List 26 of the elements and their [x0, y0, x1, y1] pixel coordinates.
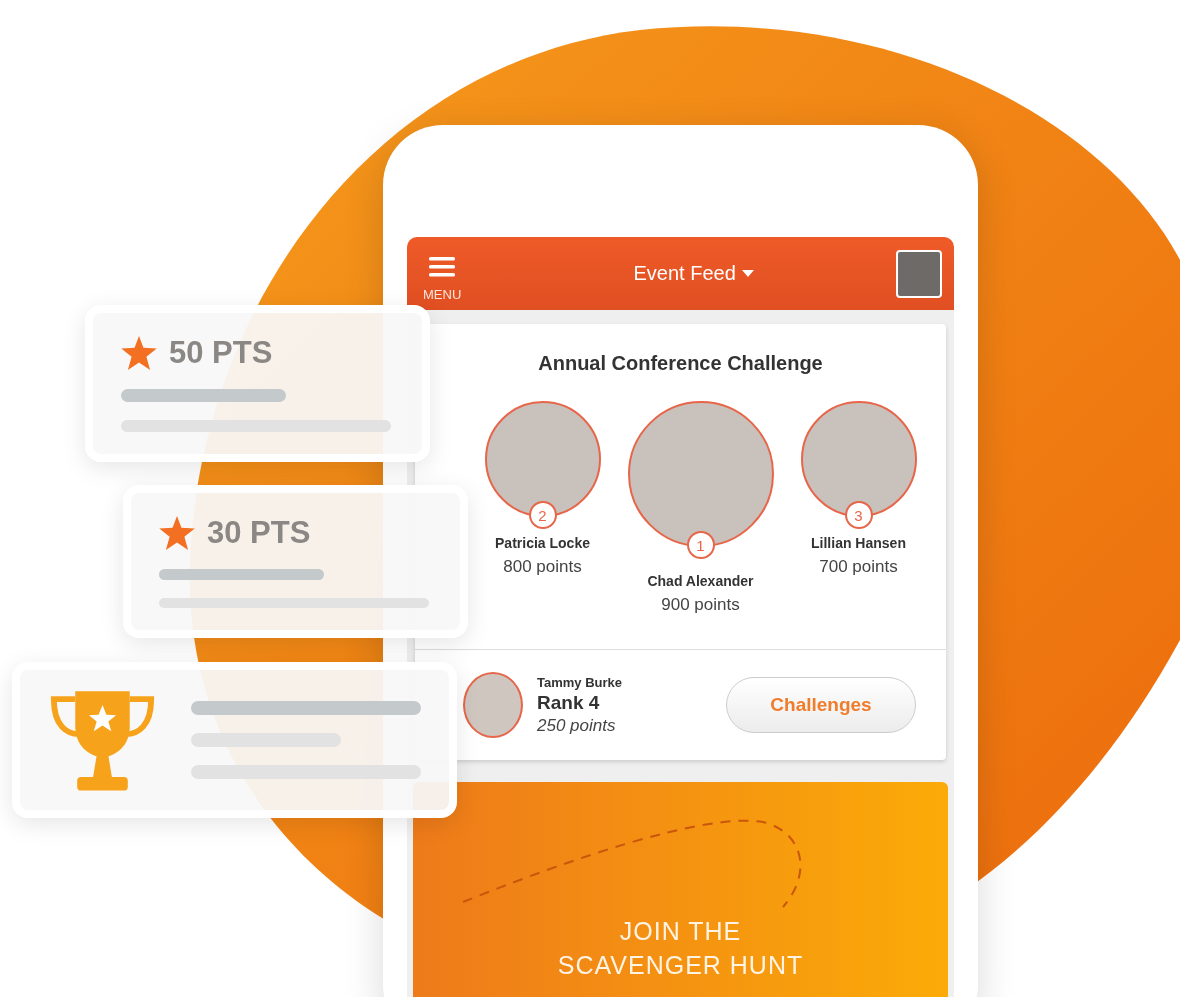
star-icon [159, 516, 195, 550]
leader-points: 700 points [819, 557, 898, 577]
points-label: 30 PTS [207, 515, 311, 551]
leader-points: 900 points [661, 595, 740, 615]
challenges-button[interactable]: Challenges [726, 677, 916, 733]
leader-points: 800 points [503, 557, 582, 577]
leader-name: Lillian Hansen [811, 535, 906, 551]
user-rank: Rank 4 [537, 691, 601, 714]
rank-badge: 3 [844, 501, 873, 529]
points-label: 50 PTS [169, 335, 273, 371]
rank-badge: 1 [686, 531, 715, 559]
banner-text: SCAVENGER HUNT [557, 950, 804, 981]
challenge-title: Annual Conference Challenge [537, 352, 824, 375]
leader-name: Chad Alexander [647, 573, 754, 589]
rank-badge: 2 [528, 501, 557, 529]
menu-button[interactable]: MENU [423, 257, 462, 302]
scavenger-hunt-banner[interactable]: JOIN THE SCAVENGER HUNT [413, 782, 948, 997]
leader-name: Patricia Locke [495, 535, 590, 551]
user-name: Tammy Burke [537, 674, 623, 690]
banner-text: JOIN THE [619, 916, 742, 947]
menu-icon [429, 257, 456, 277]
feed-dropdown[interactable]: Event Feed [633, 262, 754, 285]
user-points: 250 points [537, 715, 617, 736]
star-icon [121, 336, 157, 370]
caret-icon [741, 269, 754, 278]
profile-avatar[interactable] [896, 249, 942, 298]
